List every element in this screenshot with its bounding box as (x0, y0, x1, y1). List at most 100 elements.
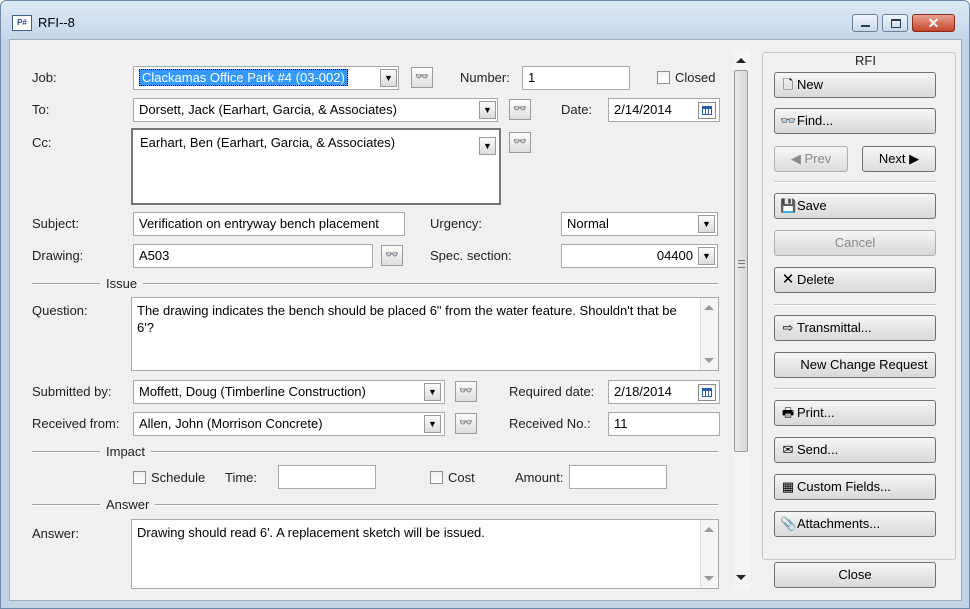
subject-input[interactable]: Verification on entryway bench placement (133, 212, 405, 236)
new-change-request-button[interactable]: New Change Request (774, 352, 936, 378)
cc-find-binoculars-icon[interactable]: 👓 (509, 132, 531, 153)
prev-button[interactable]: ◀ Prev (774, 146, 848, 172)
answer-section-title: Answer (100, 497, 156, 512)
received-from-dropdown-icon[interactable]: ▼ (424, 415, 441, 433)
closed-label: Closed (675, 70, 716, 85)
submitted-by-label: Submitted by: (32, 384, 112, 399)
received-from-combo[interactable]: Allen, John (Morrison Concrete) (133, 412, 445, 436)
next-arrow-icon: ▶ (909, 151, 920, 166)
close-window-button[interactable]: ✕ (912, 14, 955, 32)
question-value: The drawing indicates the bench should b… (137, 303, 677, 335)
panel-title: RFI (853, 53, 878, 68)
find-button[interactable]: 👓 Find... (774, 108, 936, 134)
prev-button-label: Prev (804, 151, 832, 166)
to-combo[interactable]: Dorsett, Jack (Earhart, Garcia, & Associ… (133, 98, 498, 122)
job-dropdown-icon[interactable]: ▼ (380, 69, 397, 87)
urgency-combo[interactable]: Normal (561, 212, 718, 236)
form-scrollbar[interactable] (733, 50, 750, 590)
panel-separator-1 (774, 181, 936, 183)
received-from-label: Received from: (32, 416, 120, 431)
received-no-input[interactable]: 11 (608, 412, 720, 436)
required-date-label: Required date: (509, 384, 595, 399)
save-button[interactable]: 💾 Save (774, 193, 936, 219)
to-label: To: (32, 102, 50, 117)
urgency-dropdown-icon[interactable]: ▼ (698, 215, 715, 233)
submitted-by-combo[interactable]: Moffett, Doug (Timberline Construction) (133, 380, 445, 404)
find-button-label: Find... (797, 113, 834, 128)
subject-label: Subject: (32, 216, 79, 231)
number-label: Number: (460, 70, 510, 85)
amount-label: Amount: (515, 470, 564, 485)
urgency-label: Urgency: (430, 216, 483, 231)
drawing-find-binoculars-icon[interactable]: 👓 (381, 245, 403, 266)
question-scrollbar[interactable] (700, 298, 718, 370)
spec-section-combo[interactable]: 04400 (561, 244, 718, 268)
cc-list[interactable]: Earhart, Ben (Earhart, Garcia, & Associa… (131, 128, 501, 205)
submitted-by-dropdown-icon[interactable]: ▼ (424, 383, 441, 401)
maximize-button[interactable] (882, 14, 908, 32)
time-label: Time: (225, 470, 258, 485)
date-calendar-icon[interactable] (698, 102, 716, 119)
send-button[interactable]: ✉ Send... (774, 437, 936, 463)
window-title: RFI--8 (38, 15, 75, 30)
send-button-label: Send... (797, 442, 839, 457)
title-bar[interactable]: P# RFI--8 ✕ (1, 1, 969, 39)
new-button-label: New (797, 77, 824, 92)
spec-section-dropdown-icon[interactable]: ▼ (698, 247, 715, 265)
amount-input[interactable] (569, 465, 667, 489)
app-icon: P# (12, 15, 32, 31)
job-label: Job: (32, 70, 57, 85)
custom-fields-button-label: Custom Fields... (797, 479, 891, 494)
custom-fields-icon: ▦ (781, 479, 795, 494)
time-input[interactable] (278, 465, 376, 489)
delete-button[interactable]: ✕ Delete (774, 267, 936, 293)
cc-dropdown-icon[interactable]: ▼ (479, 137, 496, 155)
impact-section-title: Impact (100, 444, 152, 459)
cc-label: Cc: (32, 135, 52, 150)
number-input[interactable]: 1 (522, 66, 630, 90)
attachments-button[interactable]: 📎 Attachments... (774, 511, 936, 537)
form-client-area: Job: Clackamas Office Park #4 (03-002) ▼… (9, 39, 962, 601)
job-find-binoculars-icon[interactable]: 👓 (411, 67, 433, 88)
delete-x-icon: ✕ (781, 271, 795, 288)
new-button[interactable]: 🗋 New (774, 72, 936, 98)
spec-section-label: Spec. section: (430, 248, 512, 263)
next-button-label: Next (878, 151, 906, 166)
transmittal-button-label: Transmittal... (797, 320, 872, 335)
next-button[interactable]: Next ▶ (862, 146, 936, 172)
schedule-checkbox[interactable] (133, 471, 146, 484)
to-dropdown-icon[interactable]: ▼ (479, 101, 496, 119)
required-date-calendar-icon[interactable] (698, 384, 716, 401)
minimize-button[interactable] (852, 14, 878, 32)
printer-icon: 🖶 (781, 405, 795, 420)
new-change-request-label: New Change Request (800, 357, 928, 372)
print-button[interactable]: 🖶 Print... (774, 400, 936, 426)
custom-fields-button[interactable]: ▦ Custom Fields... (774, 474, 936, 500)
to-find-binoculars-icon[interactable]: 👓 (509, 99, 531, 120)
cc-value: Earhart, Ben (Earhart, Garcia, & Associa… (140, 135, 396, 150)
closed-checkbox[interactable] (657, 71, 670, 84)
cost-checkbox[interactable] (430, 471, 443, 484)
transmittal-button[interactable]: ⇨ Transmittal... (774, 315, 936, 341)
attachments-button-label: Attachments... (797, 516, 881, 531)
floppy-disk-icon: 💾 (780, 198, 797, 213)
email-icon: ✉ (782, 442, 794, 457)
answer-scrollbar[interactable] (700, 520, 718, 588)
received-no-label: Received No.: (509, 416, 591, 431)
drawing-input[interactable]: A503 (133, 244, 373, 268)
close-button-label: Close (838, 567, 872, 582)
close-button[interactable]: Close (774, 562, 936, 588)
issue-section-title: Issue (100, 276, 144, 291)
print-button-label: Print... (797, 405, 835, 420)
received-from-binoculars-icon[interactable]: 👓 (455, 413, 477, 434)
submitted-by-binoculars-icon[interactable]: 👓 (455, 381, 477, 402)
transmittal-icon: ⇨ (782, 320, 794, 335)
panel-separator-2 (774, 304, 936, 306)
form-scrollbar-thumb[interactable] (734, 70, 748, 452)
question-textarea[interactable]: The drawing indicates the bench should b… (131, 297, 719, 371)
answer-textarea[interactable]: Drawing should read 6'. A replacement sk… (131, 519, 719, 589)
cancel-button[interactable]: Cancel (774, 230, 936, 256)
job-combo[interactable]: Clackamas Office Park #4 (03-002) (133, 66, 399, 90)
rfi-window: P# RFI--8 ✕ Job: Clackamas Office Park #… (0, 0, 970, 609)
panel-separator-3 (774, 388, 936, 390)
